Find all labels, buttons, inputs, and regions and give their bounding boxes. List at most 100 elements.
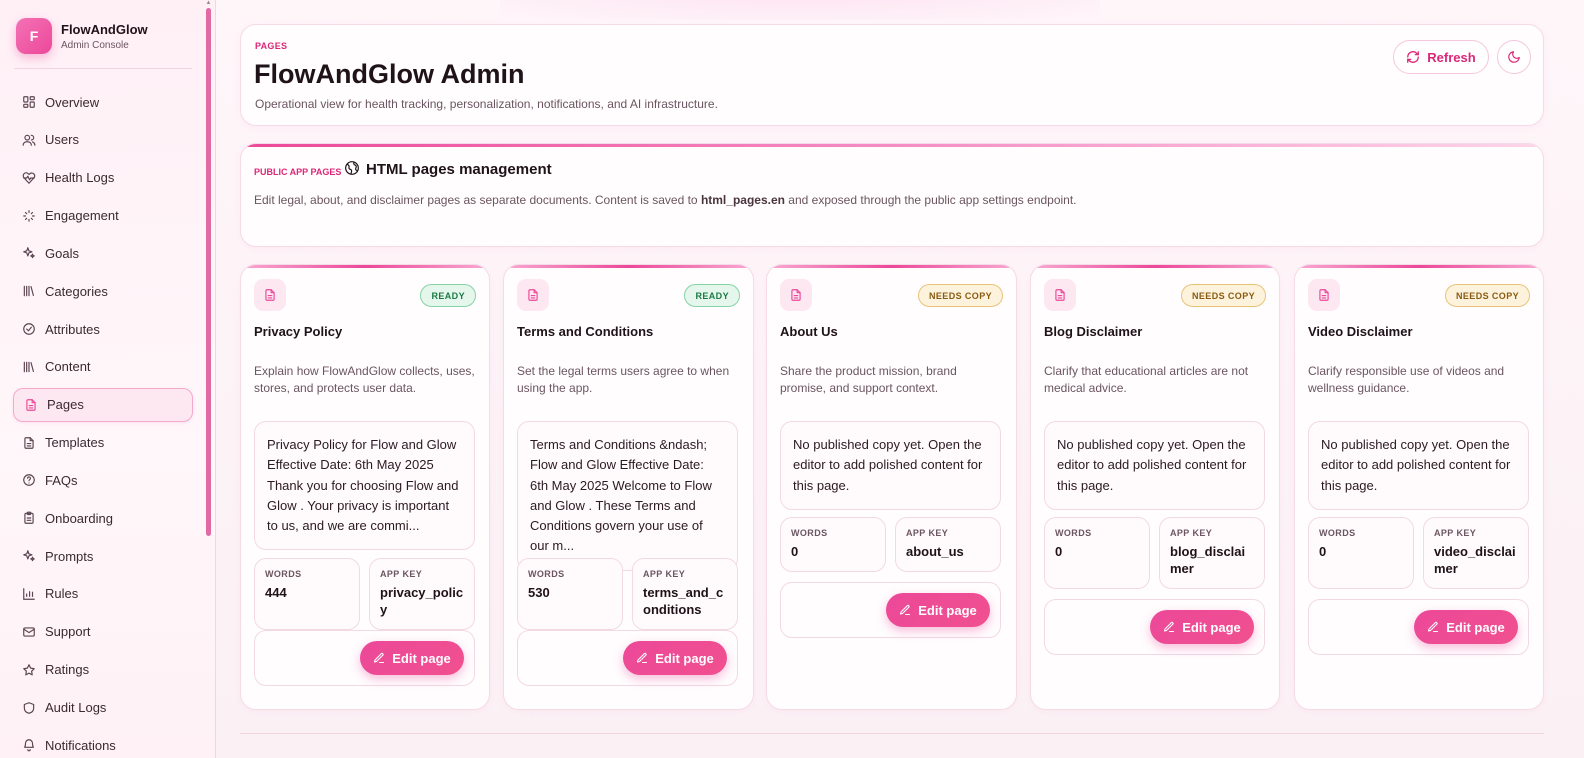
bell-icon	[22, 738, 36, 752]
star-icon	[22, 663, 36, 677]
app-key-value: privacy_policy	[380, 585, 464, 617]
sparkles-icon	[22, 209, 36, 223]
sidebar-item-rules[interactable]: Rules	[13, 577, 193, 611]
page-card-about-us: NEEDS COPY About Us Share the product miss…	[766, 264, 1017, 710]
card-actions: Edit page	[780, 582, 1001, 638]
words-label: WORDS	[791, 528, 828, 538]
sidebar-item-health-logs[interactable]: Health Logs	[13, 161, 193, 195]
pencil-icon	[1427, 621, 1446, 633]
app-key-value: video_disclaimer	[1434, 544, 1516, 576]
sidebar-item-pages[interactable]: Pages	[13, 387, 193, 422]
page-card-description: Explain how FlowAndGlow collects, uses, …	[254, 364, 475, 395]
pencil-icon	[636, 652, 655, 664]
sidebar-item-categories[interactable]: Categories	[13, 274, 193, 308]
check-circle-icon	[22, 322, 36, 336]
page-description: Operational view for health tracking, pe…	[255, 97, 718, 111]
scroll-up-arrow[interactable]: ▲	[205, 0, 212, 7]
sidebar-item-faqs[interactable]: FAQs	[13, 463, 193, 497]
page-card-title: Video Disclaimer	[1308, 324, 1413, 339]
background-glow	[500, 0, 1100, 20]
sidebar-item-label: Ratings	[45, 662, 90, 678]
word-count-stat: WORDS 0	[1044, 517, 1150, 589]
page-card-blog-disclaimer: NEEDS COPY Blog Disclaimer Clarify that ed…	[1030, 264, 1280, 710]
sidebar-item-users[interactable]: Users	[13, 123, 193, 157]
sidebar-item-label: Categories	[45, 283, 108, 299]
edit-page-label: Edit page	[918, 602, 977, 618]
sidebar-item-label: Content	[45, 359, 91, 375]
page-card-privacy-policy: READY Privacy Policy Explain how FlowAndGl…	[240, 264, 490, 710]
sidebar-item-label: Templates	[45, 435, 105, 451]
edit-page-button[interactable]: Edit page	[1414, 610, 1518, 644]
app-key-stat: APP KEY video_disclaimer	[1423, 517, 1529, 589]
words-label: WORDS	[528, 569, 565, 579]
grid-icon	[22, 95, 36, 109]
word-count: 0	[1319, 544, 1327, 559]
words-label: WORDS	[265, 569, 302, 579]
document-icon	[780, 279, 812, 311]
page-title: FlowAndGlow Admin	[254, 59, 525, 89]
sidebar-item-templates[interactable]: Templates	[13, 426, 193, 460]
word-count-stat: WORDS 530	[517, 558, 623, 630]
clipboard-icon	[22, 511, 36, 525]
refresh-button[interactable]: Refresh	[1393, 40, 1489, 74]
bar-chart-icon	[22, 587, 36, 601]
brand-subtitle: Admin Console	[61, 39, 129, 51]
sidebar-item-content[interactable]: Content	[13, 350, 193, 384]
html-pages-section: PUBLIC APP PAGES HTML pages management E…	[240, 143, 1544, 247]
sidebar-item-label: Users	[45, 132, 79, 148]
edit-page-button[interactable]: Edit page	[360, 641, 464, 675]
edit-page-button[interactable]: Edit page	[1150, 610, 1254, 644]
sidebar-item-support[interactable]: Support	[13, 615, 193, 649]
pencil-icon	[899, 604, 918, 616]
sidebar-item-onboarding[interactable]: Onboarding	[13, 501, 193, 535]
sidebar-item-engagement[interactable]: Engagement	[13, 199, 193, 233]
sidebar-item-label: Engagement	[45, 208, 119, 224]
refresh-icon	[1406, 50, 1427, 64]
page-card-description: Clarify that educational articles are no…	[1044, 364, 1249, 395]
sidebar-item-prompts[interactable]: Prompts	[13, 539, 193, 573]
sidebar-item-overview[interactable]: Overview	[13, 85, 193, 119]
page-card-title: About Us	[780, 324, 838, 339]
app-key-stat: APP KEY terms_and_conditions	[632, 558, 738, 630]
content-preview: Terms and Conditions &ndash; Flow and Gl…	[517, 421, 738, 571]
page-card-title: Terms and Conditions	[517, 324, 654, 339]
brand-name: FlowAndGlow	[61, 21, 148, 37]
page-card-video-disclaimer: NEEDS COPY Video Disclaimer Clarify respon…	[1294, 264, 1544, 710]
status-badge: NEEDS COPY	[917, 284, 1003, 307]
header-card: PAGES FlowAndGlow Admin Operational view…	[240, 24, 1544, 126]
header-eyebrow: PAGES	[255, 41, 288, 51]
brand[interactable]: F FlowAndGlow Admin Console	[16, 18, 148, 54]
divider	[14, 68, 192, 69]
sidebar-item-goals[interactable]: Goals	[13, 236, 193, 270]
page-card-terms-and-conditions: READY Terms and Conditions Set the legal t…	[503, 264, 754, 710]
sidebar-item-label: Audit Logs	[45, 700, 107, 715]
pencil-icon	[373, 652, 392, 664]
app-key-label: APP KEY	[1434, 528, 1477, 538]
status-badge: NEEDS COPY	[1180, 284, 1266, 307]
edit-page-button[interactable]: Edit page	[623, 641, 727, 675]
card-actions: Edit page	[517, 630, 738, 686]
document-icon	[1044, 279, 1076, 311]
library-icon	[22, 360, 36, 374]
mail-icon	[22, 625, 36, 639]
page-card-title: Blog Disclaimer	[1044, 324, 1143, 339]
document-icon	[22, 436, 36, 450]
word-count: 0	[791, 544, 799, 559]
edit-page-button[interactable]: Edit page	[886, 593, 990, 627]
sidebar-item-ratings[interactable]: Ratings	[13, 653, 193, 687]
sidebar-scrollbar[interactable]	[206, 8, 211, 536]
section-title: HTML pages management	[366, 161, 552, 178]
section-description: Edit legal, about, and disclaimer pages …	[254, 193, 1077, 207]
sidebar-item-audit-logs[interactable]: Audit Logs	[13, 691, 193, 725]
card-actions: Edit page	[1308, 599, 1529, 655]
divider	[240, 733, 1544, 734]
words-label: WORDS	[1319, 528, 1356, 538]
sidebar-item-notifications[interactable]: Notifications	[13, 728, 193, 758]
pencil-icon	[1163, 621, 1182, 633]
card-actions: Edit page	[254, 630, 475, 686]
sidebar-item-attributes[interactable]: Attributes	[13, 312, 193, 346]
app-key-label: APP KEY	[1170, 528, 1213, 538]
moon-icon	[1507, 50, 1521, 64]
word-count: 444	[265, 585, 287, 600]
theme-toggle-button[interactable]	[1497, 40, 1531, 74]
